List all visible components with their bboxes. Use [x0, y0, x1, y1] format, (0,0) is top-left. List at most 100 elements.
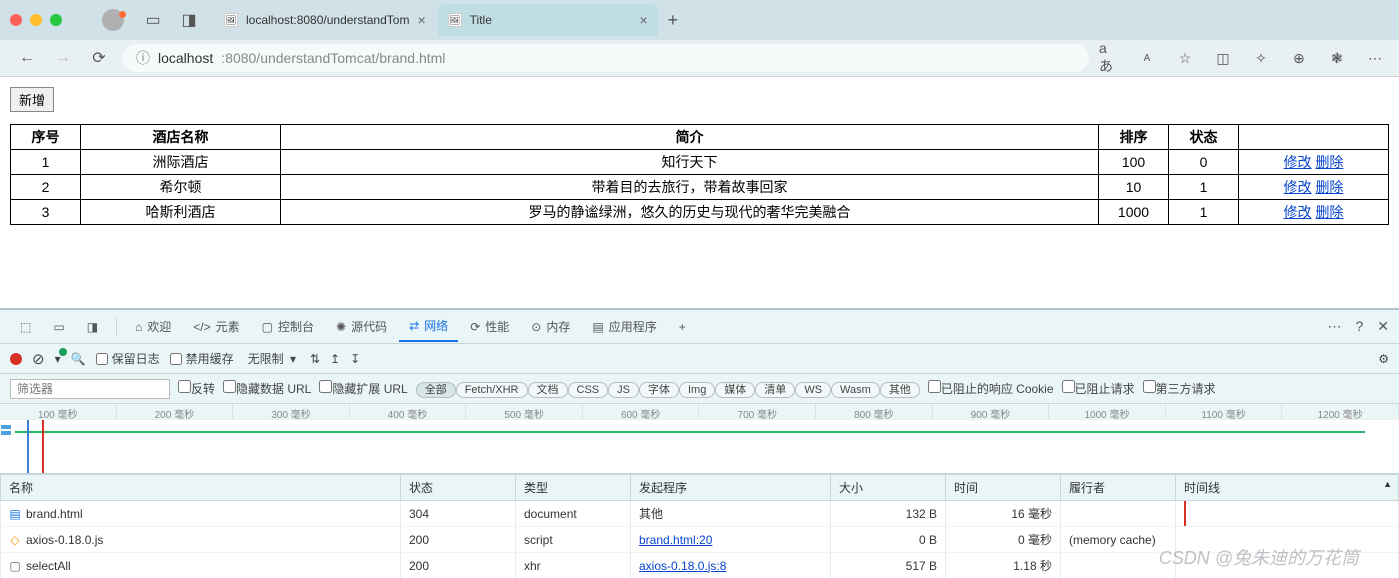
devtools-help-icon[interactable]: ?	[1355, 318, 1363, 335]
initiator-link[interactable]: brand.html:20	[639, 533, 712, 547]
import-har-icon[interactable]: ↥	[330, 352, 340, 366]
devtools-tab-memory[interactable]: ⊙ 内存	[521, 312, 580, 341]
refresh-icon[interactable]: ⟳	[86, 48, 112, 68]
edit-link[interactable]: 修改	[1284, 154, 1312, 170]
col-status[interactable]: 状态	[401, 475, 516, 501]
filter-pill[interactable]: CSS	[568, 382, 609, 398]
split-screen-icon[interactable]: ◫	[1213, 50, 1233, 67]
col-type[interactable]: 类型	[516, 475, 631, 501]
filter-pill[interactable]: 媒体	[715, 382, 755, 398]
site-info-icon[interactable]: ⓘ	[136, 48, 150, 68]
translate-icon[interactable]: aあ	[1099, 40, 1119, 76]
network-timeline[interactable]: 100 毫秒200 毫秒300 毫秒400 毫秒500 毫秒600 毫秒700 …	[0, 404, 1399, 474]
devtools-tab-network[interactable]: ⇄ 网络	[399, 311, 458, 342]
read-aloud-icon[interactable]: A	[1137, 53, 1157, 64]
filter-pill[interactable]: 其他	[880, 382, 920, 398]
cell-name: 哈斯利酒店	[81, 200, 281, 225]
hide-data-url-checkbox[interactable]: 隐藏数据 URL	[223, 380, 311, 397]
hide-ext-url-checkbox[interactable]: 隐藏扩展 URL	[319, 380, 407, 397]
favorites-bar-icon[interactable]: ✧	[1251, 50, 1271, 67]
minimize-window-icon[interactable]	[30, 14, 42, 26]
devtools-close-icon[interactable]: ✕	[1377, 318, 1389, 335]
filter-pill[interactable]: Wasm	[831, 382, 880, 398]
dock-side-icon[interactable]: ◨	[77, 314, 108, 340]
filter-pill[interactable]: 全部	[416, 382, 456, 398]
network-settings-icon[interactable]: ⚙	[1378, 352, 1389, 366]
extensions-icon[interactable]: ❃	[1327, 50, 1347, 67]
close-tab-icon[interactable]: ×	[639, 12, 647, 28]
new-tab-icon[interactable]: +	[668, 10, 679, 31]
preserve-log-checkbox[interactable]: 保留日志	[96, 350, 160, 367]
browser-tab-0[interactable]: 🖼 localhost:8080/understandTom ×	[214, 4, 436, 36]
filter-pill[interactable]: 字体	[639, 382, 679, 398]
close-window-icon[interactable]	[10, 14, 22, 26]
col-time[interactable]: 时间	[946, 475, 1061, 501]
filter-input[interactable]	[10, 379, 170, 399]
maximize-window-icon[interactable]	[50, 14, 62, 26]
network-row[interactable]: ◇axios-0.18.0.js 200 script brand.html:2…	[1, 527, 1399, 553]
col-initiator[interactable]: 发起程序	[631, 475, 831, 501]
add-button[interactable]: 新增	[10, 87, 54, 112]
window-title-bar: ▭ ◨ 🖼 localhost:8080/understandTom × 🖼 T…	[0, 0, 1399, 40]
cell-timeline	[1176, 553, 1399, 578]
inspect-icon[interactable]: ⬚	[10, 314, 41, 340]
devtools-tab-sources[interactable]: ✺ 源代码	[326, 312, 397, 341]
filter-pill[interactable]: Fetch/XHR	[456, 382, 528, 398]
timeline-tick: 1000 毫秒	[1049, 404, 1166, 419]
device-toggle-icon[interactable]: ▭	[43, 314, 74, 340]
tab-title: localhost:8080/understandTom	[246, 13, 409, 27]
filter-toggle-icon[interactable]: ▾	[55, 352, 61, 366]
url-input[interactable]: ⓘ localhost:8080/understandTomcat/brand.…	[122, 44, 1089, 72]
browser-tab-1[interactable]: 🖼 Title ×	[438, 4, 658, 36]
edit-link[interactable]: 修改	[1284, 179, 1312, 195]
export-har-icon[interactable]: ↧	[350, 352, 360, 366]
blocked-req-checkbox[interactable]: 已阻止请求	[1062, 380, 1135, 397]
sidebar-toggle-icon[interactable]: ◨	[178, 10, 200, 30]
clear-icon[interactable]: ⊘	[32, 350, 45, 368]
close-tab-icon[interactable]: ×	[417, 12, 425, 28]
network-filter-bar: 反转 隐藏数据 URL 隐藏扩展 URL 全部Fetch/XHR文档CSSJS字…	[0, 374, 1399, 404]
favorite-icon[interactable]: ☆	[1175, 50, 1195, 67]
workspaces-icon[interactable]: ▭	[142, 10, 164, 30]
filter-pill[interactable]: WS	[795, 382, 831, 398]
third-party-checkbox[interactable]: 第三方请求	[1143, 380, 1216, 397]
edit-link[interactable]: 修改	[1284, 204, 1312, 220]
favicon-icon: 🖼	[224, 13, 238, 27]
filter-pill[interactable]: JS	[608, 382, 639, 398]
cell-status: 1	[1169, 175, 1239, 200]
initiator-link[interactable]: axios-0.18.0.js:8	[639, 559, 726, 573]
throttling-select[interactable]: 无限制 ▾	[244, 350, 300, 367]
disable-cache-checkbox[interactable]: 禁用缓存	[170, 350, 234, 367]
col-fulfilled[interactable]: 履行者	[1061, 475, 1176, 501]
filter-pill[interactable]: Img	[679, 382, 715, 398]
col-seq: 序号	[11, 125, 81, 150]
collections-icon[interactable]: ⊕	[1289, 50, 1309, 67]
delete-link[interactable]: 删除	[1315, 179, 1343, 195]
cell-seq: 2	[11, 175, 81, 200]
delete-link[interactable]: 删除	[1315, 154, 1343, 170]
devtools-tab-console[interactable]: ▢ 控制台	[252, 312, 324, 341]
search-icon[interactable]: 🔍	[71, 352, 86, 366]
network-row[interactable]: ▢selectAll 200 xhr axios-0.18.0.js:8 517…	[1, 553, 1399, 578]
devtools-tab-application[interactable]: ▤ 应用程序	[582, 312, 666, 341]
col-name[interactable]: 名称	[1, 475, 401, 501]
devtools-more-icon[interactable]: ⋯	[1327, 318, 1341, 335]
col-timeline[interactable]: 时间线▲	[1176, 475, 1399, 501]
invert-checkbox[interactable]: 反转	[178, 380, 215, 397]
more-icon[interactable]: ⋯	[1365, 50, 1385, 67]
profile-avatar-icon[interactable]	[102, 9, 124, 31]
col-size[interactable]: 大小	[831, 475, 946, 501]
delete-link[interactable]: 删除	[1315, 204, 1343, 220]
blocked-cookie-checkbox[interactable]: 已阻止的响应 Cookie	[928, 380, 1054, 397]
record-icon[interactable]	[10, 353, 22, 365]
filter-pill[interactable]: 清单	[755, 382, 795, 398]
devtools-tab-performance[interactable]: ⟳ 性能	[460, 312, 519, 341]
network-row[interactable]: ▤brand.html 304 document 其他 132 B 16 毫秒	[1, 501, 1399, 527]
devtools-tab-add-icon[interactable]: +	[669, 314, 696, 340]
filter-pill[interactable]: 文档	[528, 382, 568, 398]
network-conditions-icon[interactable]: ⇅	[310, 352, 320, 366]
devtools-tabs: ⬚ ▭ ◨ ⌂ 欢迎 </> 元素 ▢ 控制台 ✺ 源代码 ⇄ 网络 ⟳ 性能 …	[0, 310, 1399, 344]
devtools-tab-elements[interactable]: </> 元素	[183, 312, 249, 341]
devtools-tab-welcome[interactable]: ⌂ 欢迎	[125, 312, 181, 341]
back-icon[interactable]: ←	[14, 49, 40, 67]
